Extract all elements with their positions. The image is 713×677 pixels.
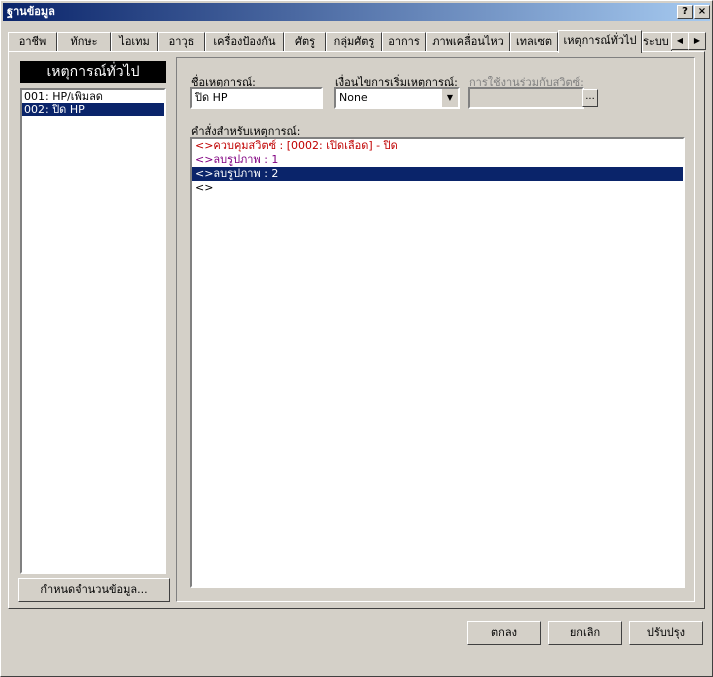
tab-weapons[interactable]: อาวุธ — [158, 32, 205, 51]
apply-button[interactable]: ปรับปรุง — [629, 621, 703, 645]
window-title: ฐานข้อมูล — [7, 5, 55, 18]
list-item[interactable]: 002: ปิด HP — [22, 103, 164, 116]
tab-common-events[interactable]: เหตุการณ์ทั่วไป — [558, 30, 642, 53]
tab-animations[interactable]: ภาพเคลื่อนไหว — [426, 32, 510, 51]
ok-button[interactable]: ตกลง — [467, 621, 541, 645]
trigger-select-value: None — [339, 91, 368, 104]
event-list[interactable]: 001: HP/เพิ่มลด 002: ปิด HP — [20, 88, 166, 574]
tab-strip: อาชีพ ทักษะ ไอเทม อาวุธ เครื่องป้องกัน ศ… — [8, 30, 706, 53]
command-row[interactable]: <>ควบคุมสวิตซ์ : [0002: เปิดเลือด] - ปิด — [192, 139, 683, 153]
tab-class[interactable]: อาชีพ — [8, 32, 57, 51]
close-button[interactable]: × — [694, 5, 710, 19]
tab-troops[interactable]: กลุ่มศัตรู — [326, 32, 382, 51]
tab-items[interactable]: ไอเทม — [111, 32, 158, 51]
tab-scroll-left-icon[interactable]: ◀ — [671, 32, 689, 50]
trigger-select[interactable]: None ▼ — [334, 87, 460, 109]
list-item[interactable]: 001: HP/เพิ่มลด — [22, 90, 164, 103]
tab-system[interactable]: ระบบ — [642, 32, 672, 51]
tab-skills[interactable]: ทักษะ — [57, 32, 111, 51]
switch-field — [468, 87, 584, 109]
command-row[interactable]: <>ลบรูปภาพ : 1 — [192, 153, 683, 167]
chevron-down-icon[interactable]: ▼ — [441, 89, 458, 107]
tab-tilesets[interactable]: เทลเซต — [510, 32, 558, 51]
tab-armor[interactable]: เครื่องป้องกัน — [205, 32, 284, 51]
event-list-header: เหตุการณ์ทั่วไป — [20, 61, 166, 83]
switch-browse-button[interactable]: ... — [582, 89, 598, 107]
set-count-button[interactable]: กำหนดจำนวนข้อมูล... — [18, 578, 170, 602]
title-bar: ฐานข้อมูล ? × — [3, 3, 710, 21]
help-button[interactable]: ? — [677, 5, 693, 19]
command-row[interactable]: <>ลบรูปภาพ : 2 — [192, 167, 683, 181]
cancel-button[interactable]: ยกเลิก — [548, 621, 622, 645]
tab-states[interactable]: อาการ — [382, 32, 426, 51]
tab-scroll-right-icon[interactable]: ▶ — [688, 32, 706, 50]
command-row[interactable]: <> — [192, 181, 683, 195]
event-name-input[interactable]: ปิด HP — [190, 87, 323, 109]
event-list-pane: เหตุการณ์ทั่วไป 001: HP/เพิ่มลด 002: ปิด… — [16, 57, 170, 605]
command-list[interactable]: <>ควบคุมสวิตซ์ : [0002: เปิดเลือด] - ปิด… — [190, 137, 685, 588]
tab-enemies[interactable]: ศัตรู — [284, 32, 326, 51]
